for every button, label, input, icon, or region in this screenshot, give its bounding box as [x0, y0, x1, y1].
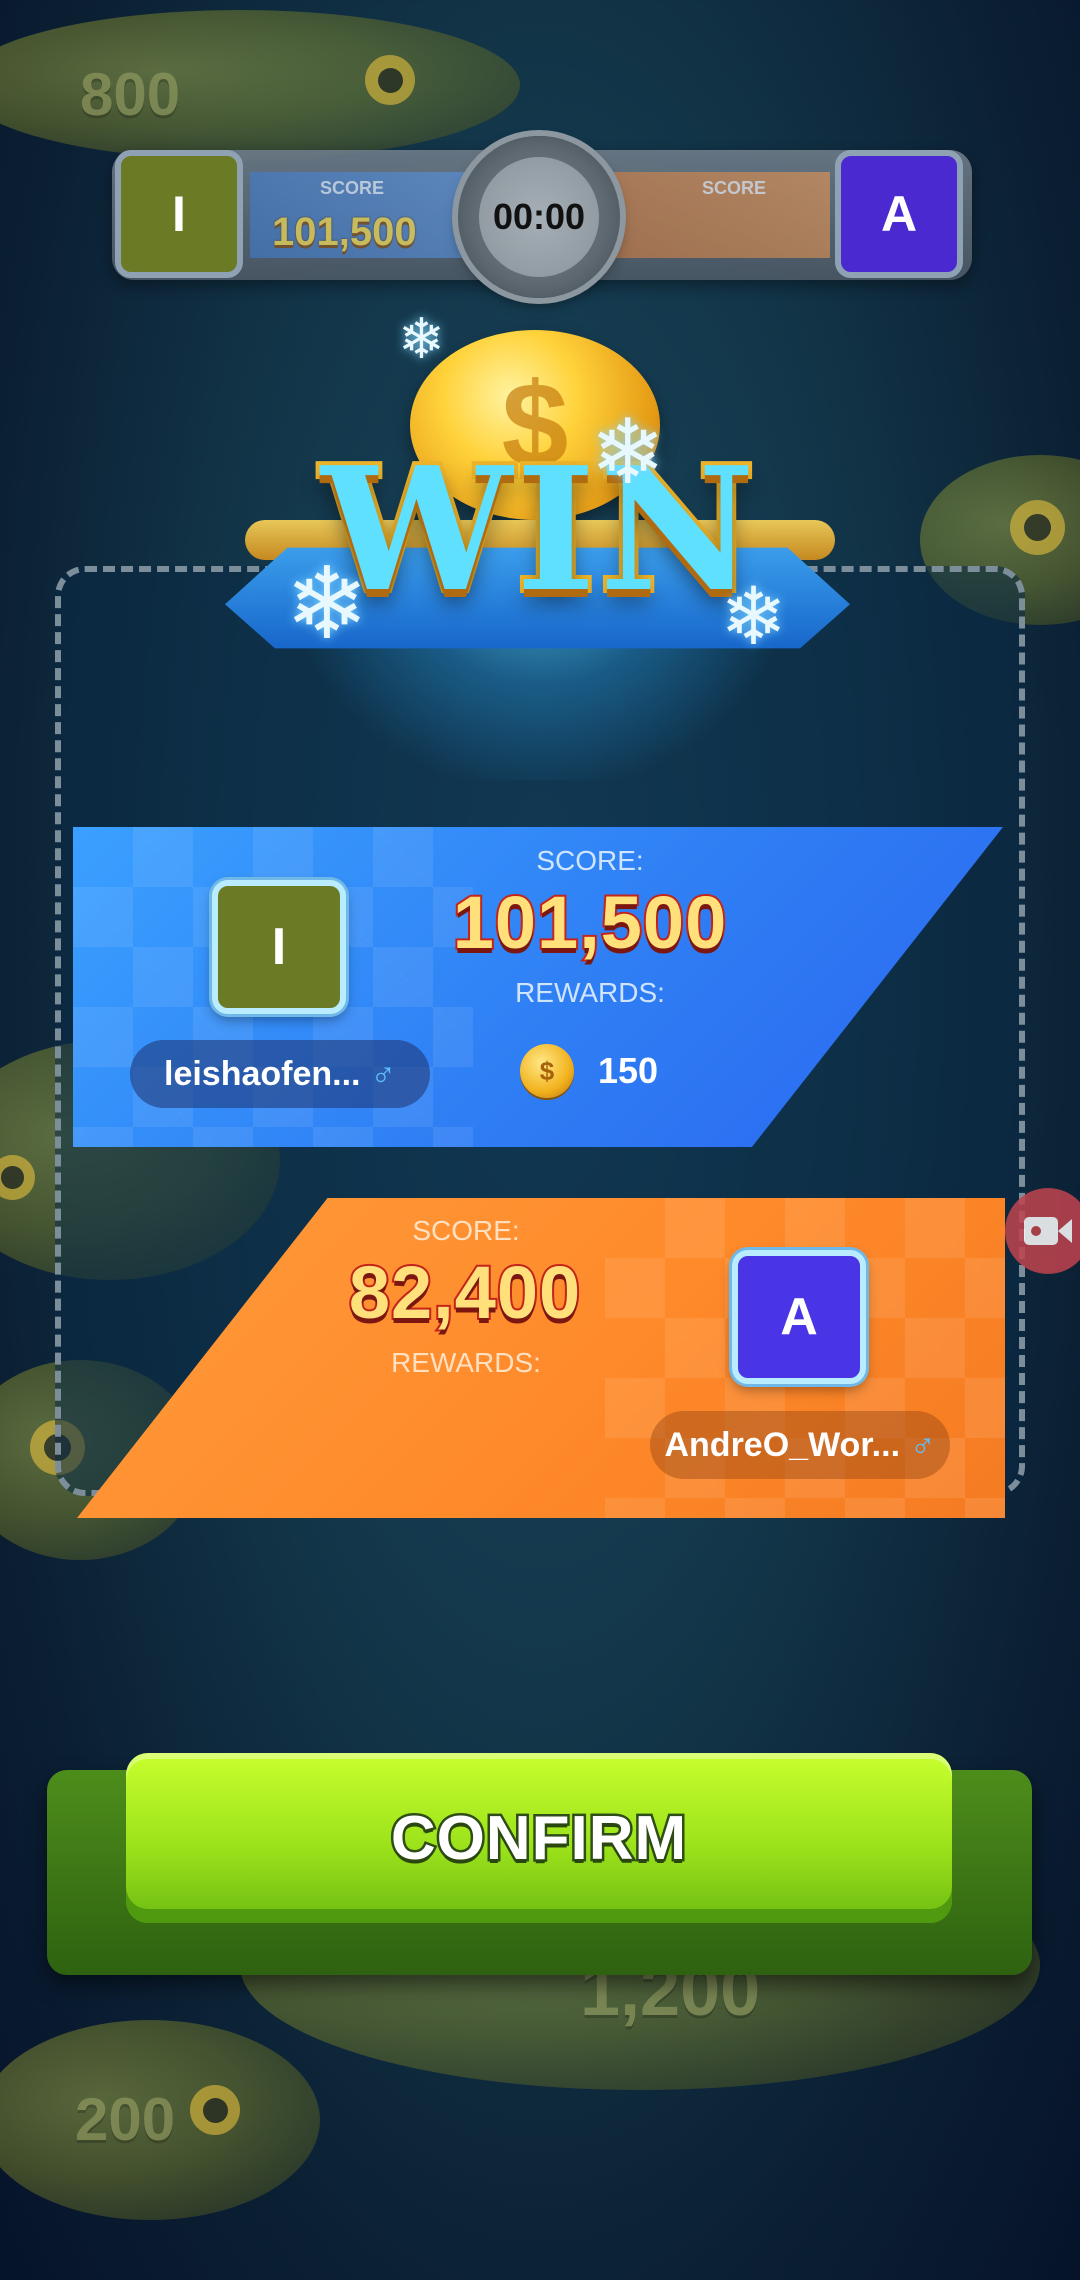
winner-avatar: I — [212, 880, 346, 1014]
background-number: 800 — [80, 61, 181, 128]
opponent-name: AndreO_Wor... — [664, 1425, 901, 1464]
winner-name-pill[interactable]: leishaofen... ♂ — [130, 1040, 430, 1108]
winner-score-label: SCORE: — [536, 845, 644, 876]
opponent-avatar: A — [732, 1250, 866, 1384]
right-score-label: SCORE — [702, 178, 767, 198]
topbar-avatar-left: I — [115, 150, 243, 278]
coin-icon: $ — [520, 1044, 574, 1098]
opponent-score-label: SCORE: — [412, 1215, 520, 1246]
snowflake-icon: ❄ — [398, 307, 445, 370]
timer-face: 00:00 — [479, 157, 599, 277]
snowflake-icon: ❄ — [720, 572, 788, 661]
opponent-name-pill[interactable]: AndreO_Wor... ♂ — [650, 1411, 950, 1479]
topbar-avatar-right: A — [835, 150, 963, 278]
snowflake-icon: ❄ — [285, 548, 369, 660]
winner-name: leishaofen... — [164, 1054, 361, 1093]
match-timer: 00:00 — [458, 136, 620, 298]
left-score-label: SCORE — [320, 178, 385, 198]
background-number: 200 — [75, 2086, 176, 2153]
winner-reward-amount: 150 — [598, 1050, 659, 1091]
video-record-icon — [1024, 1217, 1072, 1245]
snowflake-icon: ❄ — [590, 403, 666, 503]
opponent-score-value: 82,400 — [347, 1249, 582, 1336]
male-icon: ♂ — [910, 1425, 936, 1464]
left-score-value: 101,500 — [272, 210, 417, 254]
winner-rewards-label: REWARDS: — [515, 977, 665, 1008]
male-icon: ♂ — [370, 1054, 397, 1093]
opponent-rewards-label: REWARDS: — [391, 1347, 541, 1378]
confirm-button[interactable]: CONFIRM — [126, 1753, 952, 1923]
winner-score-value: 101,500 — [451, 879, 729, 966]
